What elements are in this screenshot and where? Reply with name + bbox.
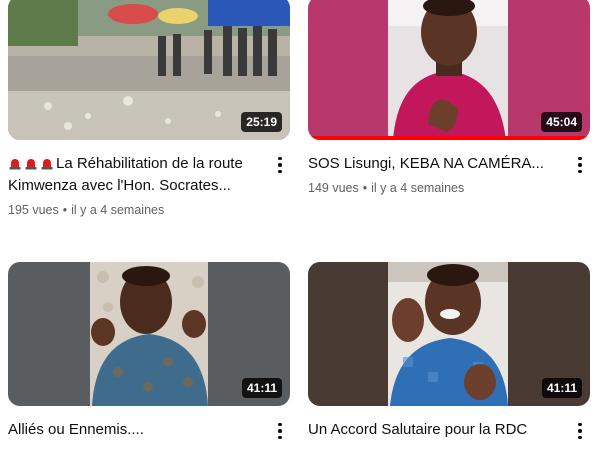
- video-stats: 149 vues • il y a 4 semaines: [308, 179, 562, 197]
- video-thumbnail[interactable]: 41:11: [8, 262, 290, 406]
- video-title[interactable]: Alliés ou Ennemis....: [8, 419, 262, 441]
- video-thumbnail[interactable]: 25:19: [8, 0, 290, 140]
- video-card[interactable]: 41:11 Un Accord Salutaire pour la RDC: [308, 262, 590, 441]
- more-options-icon[interactable]: [270, 420, 290, 442]
- police-light-icon: [25, 159, 37, 170]
- video-thumbnail[interactable]: 41:11: [308, 262, 590, 406]
- video-duration: 41:11: [541, 378, 582, 398]
- separator-dot: •: [62, 203, 68, 217]
- police-light-icon: [9, 159, 21, 170]
- view-count: 149 vues: [308, 181, 359, 195]
- video-card[interactable]: 41:11 Alliés ou Ennemis....: [8, 262, 290, 441]
- video-stats: 195 vues • il y a 4 semaines: [8, 201, 262, 219]
- video-title[interactable]: Un Accord Salutaire pour la RDC: [308, 419, 562, 441]
- video-card[interactable]: 45:04 SOS Lisungi, KEBA NA CAMÉRA... 149…: [308, 0, 590, 197]
- more-options-icon[interactable]: [570, 420, 590, 442]
- video-duration: 41:11: [241, 378, 282, 398]
- more-options-icon[interactable]: [270, 154, 290, 176]
- view-count: 195 vues: [8, 203, 59, 217]
- video-title[interactable]: La Réhabilitation de la route Kimwenza a…: [8, 153, 262, 197]
- video-title[interactable]: SOS Lisungi, KEBA NA CAMÉRA...: [308, 153, 562, 175]
- video-duration: 25:19: [241, 112, 282, 132]
- police-light-icon: [41, 159, 53, 170]
- more-options-icon[interactable]: [570, 154, 590, 176]
- upload-age: il y a 4 semaines: [371, 181, 465, 195]
- video-thumbnail[interactable]: 45:04: [308, 0, 590, 140]
- separator-dot: •: [362, 181, 368, 195]
- video-card[interactable]: 25:19 La Réhabilitation de la route Kimw…: [8, 0, 290, 219]
- upload-age: il y a 4 semaines: [71, 203, 165, 217]
- video-duration: 45:04: [541, 112, 582, 132]
